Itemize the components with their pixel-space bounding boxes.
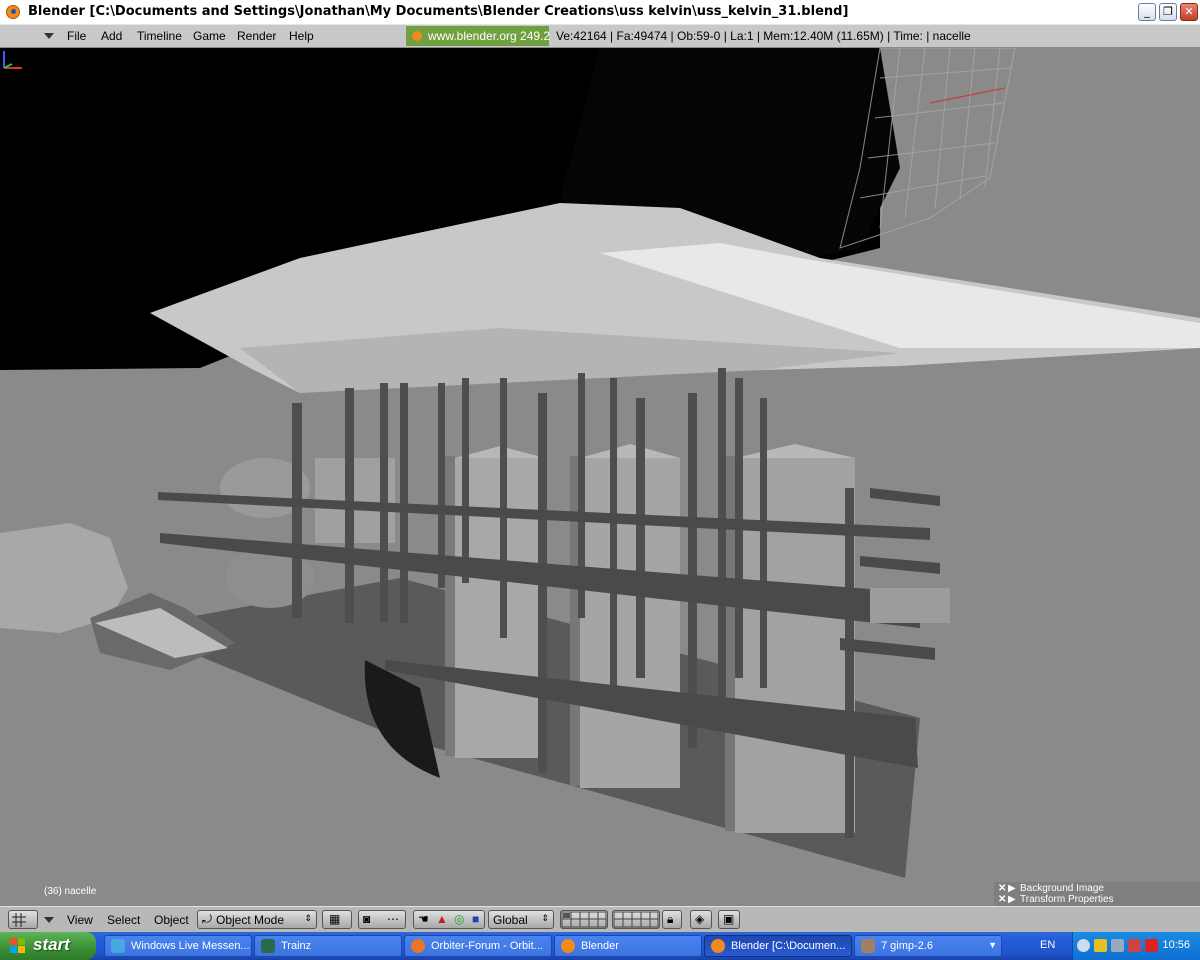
start-button[interactable]: start — [0, 932, 96, 960]
taskbar-item-orbiter-forum[interactable]: Orbiter-Forum - Orbit... — [404, 935, 552, 957]
translate-icon[interactable]: ▲ — [436, 912, 448, 926]
orientation-select[interactable]: Global ⇕ — [488, 910, 554, 929]
gimp-icon — [861, 939, 875, 953]
window-title-bar: Blender [C:\Documents and Settings\Jonat… — [0, 0, 1200, 25]
tray-expand-icon[interactable] — [1077, 939, 1090, 952]
taskbar-item-label: Trainz — [281, 940, 312, 952]
expand-triangle-icon[interactable]: ▶ — [1008, 883, 1020, 894]
taskbar-item-label: Blender — [581, 940, 619, 952]
window-title: Blender [C:\Documents and Settings\Jonat… — [28, 4, 849, 19]
floating-panels: ✕ ▶ Background Image ✕ ▶ Transform Propertie… — [994, 882, 1200, 906]
hand-icon[interactable]: ☚ — [418, 912, 429, 926]
dropdown-arrow-icon: ⇕ — [541, 913, 549, 923]
messenger-icon — [111, 939, 125, 953]
network-icon[interactable] — [1128, 939, 1141, 952]
grid-icon — [12, 913, 26, 927]
menu-view[interactable]: View — [67, 913, 93, 927]
firefox-icon — [411, 939, 425, 953]
blender-website-button[interactable]: www.blender.org 249.2 — [406, 26, 551, 46]
minimize-button[interactable]: _ — [1138, 3, 1156, 21]
layer-buttons-2[interactable] — [612, 910, 660, 929]
viewport-scene — [0, 48, 1200, 878]
close-panel-icon[interactable]: ✕ — [998, 883, 1008, 894]
close-panel-icon[interactable]: ✕ — [998, 894, 1008, 905]
pivot-button[interactable]: ◙ ⋯ — [358, 910, 406, 929]
expand-triangle-icon[interactable]: ▶ — [1008, 894, 1020, 905]
windows-taskbar: start Windows Live Messen... Trainz Orbi… — [0, 932, 1200, 960]
blender-icon — [561, 939, 575, 953]
panel-transform-properties[interactable]: ✕ ▶ Transform Properties — [998, 894, 1114, 905]
panel-title: Transform Properties — [1020, 894, 1114, 905]
trainz-icon — [261, 939, 275, 953]
menu-object[interactable]: Object — [154, 913, 189, 927]
render-preview-button[interactable]: ◈ — [690, 910, 712, 929]
axis-gizmo-icon — [3, 51, 22, 69]
scene-stats: Ve:42164 | Fa:49474 | Ob:59-0 | La:1 | M… — [556, 29, 971, 43]
taskbar-item-label: Orbiter-Forum - Orbit... — [431, 940, 543, 952]
antivirus-icon[interactable] — [1145, 939, 1158, 952]
3d-viewport[interactable]: (36) nacelle ✕ ▶ Background Image ✕ ▶ Transf… — [0, 48, 1200, 906]
taskbar-item-trainz[interactable]: Trainz — [254, 935, 402, 957]
layer-buttons-1[interactable] — [560, 910, 608, 929]
dropdown-arrow-icon: ⇕ — [304, 913, 312, 923]
security-shield-icon[interactable] — [1094, 939, 1107, 952]
clock: 10:56 — [1162, 939, 1190, 951]
snap-icon: ⋯ — [387, 912, 399, 926]
windows-flag-icon — [10, 938, 25, 953]
layers-grid-icon — [561, 911, 607, 928]
layers-grid-icon — [613, 911, 659, 928]
image-icon: ▣ — [723, 912, 735, 926]
taskbar-item-blender-file[interactable]: Blender [C:\Documen... — [704, 935, 852, 957]
restore-button[interactable]: ❐ — [1159, 3, 1177, 21]
menu-add[interactable]: Add — [101, 29, 122, 43]
taskbar-item-messenger[interactable]: Windows Live Messen... — [104, 935, 252, 957]
taskbar-item-gimp[interactable]: 7 gimp-2.6 ▼ — [854, 935, 1002, 957]
pivot-icon: ◙ — [363, 912, 371, 926]
menu-render[interactable]: Render — [237, 29, 276, 43]
scale-icon[interactable]: ■ — [472, 912, 479, 926]
opengl-render-button[interactable]: ▣ — [718, 910, 740, 929]
active-object-label: (36) nacelle — [44, 886, 97, 897]
menu-select[interactable]: Select — [107, 913, 140, 927]
editor-type-button[interactable] — [8, 910, 38, 929]
website-label: www.blender.org 249.2 — [428, 29, 551, 43]
blender-app-icon[interactable] — [6, 5, 20, 19]
view3d-header: View Select Object ⤾ Object Mode ⇕ ▦ ◙ ⋯… — [0, 906, 1200, 932]
volume-icon[interactable] — [1111, 939, 1124, 952]
blender-icon — [711, 939, 725, 953]
info-header: File Add Timeline Game Render Help www.b… — [0, 24, 1200, 48]
mode-select[interactable]: ⤾ Object Mode ⇕ — [197, 910, 317, 929]
manipulator-buttons[interactable]: ☚ ▲ ◎ ■ — [413, 910, 485, 929]
start-label: start — [33, 935, 70, 954]
render-icon: ◈ — [695, 912, 705, 926]
orientation-label: Global — [493, 913, 528, 927]
taskbar-item-label: Windows Live Messen... — [131, 940, 250, 952]
menu-timeline[interactable]: Timeline — [137, 29, 182, 43]
rotate-icon[interactable]: ◎ — [454, 912, 464, 926]
taskbar-item-blender[interactable]: Blender — [554, 935, 702, 957]
header-collapse-icon[interactable] — [44, 917, 54, 923]
close-button[interactable]: ✕ — [1180, 3, 1198, 21]
draw-type-button[interactable]: ▦ — [322, 910, 352, 929]
taskbar-item-label: Blender [C:\Documen... — [731, 940, 846, 952]
mode-label: Object Mode — [216, 913, 285, 927]
group-dropdown-icon[interactable]: ▼ — [988, 940, 997, 950]
panel-title: Background Image — [1020, 883, 1104, 894]
cube-icon: ▦ — [329, 912, 341, 926]
panel-background-image[interactable]: ✕ ▶ Background Image — [998, 883, 1104, 894]
taskbar-item-label: 7 gimp-2.6 — [881, 940, 933, 952]
object-mode-icon: ⤾ — [202, 912, 212, 926]
header-collapse-icon[interactable] — [44, 33, 54, 39]
menu-game[interactable]: Game — [193, 29, 226, 43]
language-indicator[interactable]: EN — [1040, 939, 1055, 951]
menu-file[interactable]: File — [67, 29, 86, 43]
lock-layers-button[interactable]: 🔒︎ — [662, 910, 682, 929]
lock-icon: 🔒︎ — [667, 912, 674, 926]
system-tray: 10:56 — [1072, 932, 1200, 960]
menu-help[interactable]: Help — [289, 29, 314, 43]
blender-logo-icon — [412, 31, 422, 41]
